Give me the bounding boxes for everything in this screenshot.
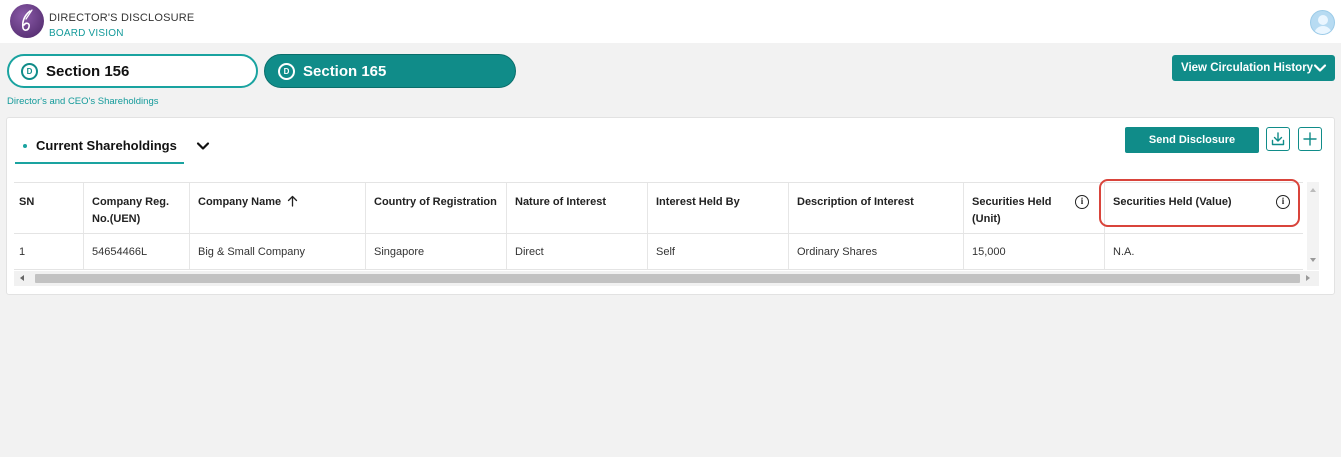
section-165-button[interactable]: D Section 165 (264, 54, 516, 88)
section-156-button[interactable]: D Section 156 (7, 54, 258, 88)
sort-ascending-icon[interactable] (287, 195, 298, 207)
column-header-sn[interactable]: SN (14, 183, 84, 233)
plus-icon (1303, 132, 1317, 146)
column-header-interest-held-by[interactable]: Interest Held By (648, 183, 789, 233)
send-disclosure-button[interactable]: Send Disclosure (1125, 127, 1259, 153)
column-header-securities-value[interactable]: Securities Held (Value) i (1105, 183, 1303, 233)
scroll-right-arrow-icon[interactable] (1306, 275, 1310, 281)
tab-current-shareholdings[interactable]: Current Shareholdings (15, 126, 184, 164)
column-header-company-name[interactable]: Company Name (190, 183, 366, 233)
table-cell: Direct (507, 234, 648, 269)
section-label: Section 156 (46, 62, 130, 80)
tab-bullet (23, 144, 27, 148)
section-badge: D (21, 62, 38, 80)
view-history-label: View Circulation History (1181, 62, 1314, 74)
shareholdings-card: Current Shareholdings Send Disclosure SN… (6, 117, 1335, 295)
table-header-row: SN Company Reg. No.(UEN) Company Name Co… (14, 182, 1303, 234)
download-icon (1271, 132, 1285, 146)
table-cell: 54654466L (84, 234, 190, 269)
column-header-nature-of-interest[interactable]: Nature of Interest (507, 183, 648, 233)
chevron-down-icon[interactable] (195, 138, 211, 154)
column-header-description[interactable]: Description of Interest (789, 183, 964, 233)
view-circulation-history-button[interactable]: View Circulation History (1172, 55, 1335, 81)
table-cell: Self (648, 234, 789, 269)
avatar-head-shape (1318, 15, 1328, 25)
user-avatar[interactable] (1310, 10, 1335, 35)
app-logo[interactable] (10, 4, 44, 38)
table-cell: Big & Small Company (190, 234, 366, 269)
table-cell: Ordinary Shares (789, 234, 964, 269)
breadcrumb[interactable]: Director's and CEO's Shareholdings (7, 96, 158, 107)
info-icon[interactable]: i (1276, 195, 1290, 209)
section-label: Section 165 (303, 62, 387, 80)
table-row[interactable]: 1 54654466L Big & Small Company Singapor… (14, 234, 1303, 270)
column-header-country[interactable]: Country of Registration (366, 183, 507, 233)
avatar-body-shape (1314, 26, 1332, 34)
horizontal-scrollbar[interactable] (14, 271, 1319, 286)
column-header-label: Securities Held (Value) (1113, 196, 1232, 208)
download-button[interactable] (1266, 127, 1290, 151)
shareholdings-table: SN Company Reg. No.(UEN) Company Name Co… (14, 182, 1303, 270)
table-cell: Singapore (366, 234, 507, 269)
column-header-label: Company Name (198, 196, 282, 208)
column-header-label: Securities Held (Unit) (972, 196, 1052, 225)
table-cell: 15,000 (964, 234, 1105, 269)
table-cell: N.A. (1113, 246, 1135, 258)
vertical-scrollbar[interactable] (1307, 182, 1319, 270)
column-header-securities-unit[interactable]: Securities Held (Unit) i (964, 183, 1105, 233)
scrollbar-thumb[interactable] (35, 274, 1300, 283)
app-subtitle: BOARD VISION (49, 28, 124, 39)
scroll-left-arrow-icon[interactable] (20, 275, 24, 281)
add-button[interactable] (1298, 127, 1322, 151)
chevron-down-icon (1313, 64, 1327, 72)
scroll-up-arrow-icon[interactable] (1310, 188, 1316, 192)
app-title: DIRECTOR'S DISCLOSURE (49, 12, 195, 24)
top-bar: DIRECTOR'S DISCLOSURE BOARD VISION (0, 0, 1341, 43)
section-badge: D (278, 62, 295, 80)
tab-label: Current Shareholdings (36, 138, 177, 153)
info-icon[interactable]: i (1075, 195, 1089, 209)
scroll-down-arrow-icon[interactable] (1310, 258, 1316, 262)
table-cell: 1 (14, 234, 84, 269)
column-header-company-reg-no[interactable]: Company Reg. No.(UEN) (84, 183, 190, 233)
